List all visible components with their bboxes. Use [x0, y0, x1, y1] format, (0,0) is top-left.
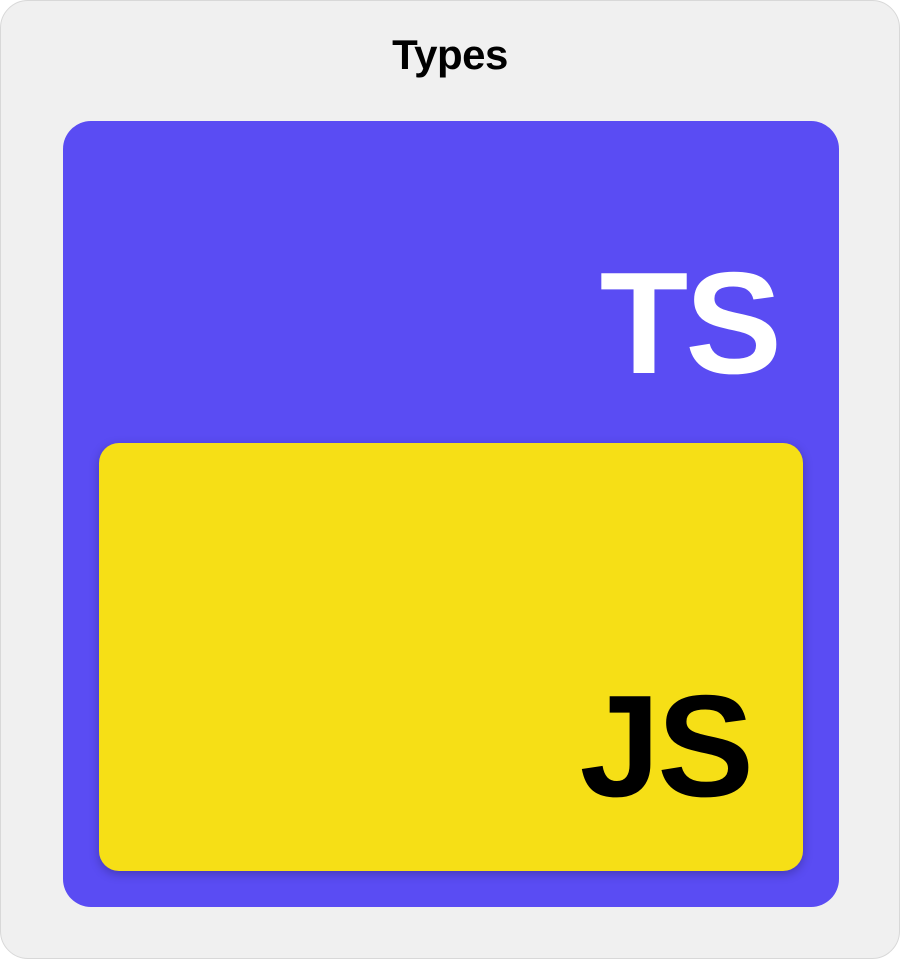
javascript-box: JS	[99, 443, 803, 871]
diagram-title: Types	[1, 31, 899, 79]
typescript-label: TS	[600, 251, 779, 396]
javascript-label: JS	[580, 674, 751, 819]
diagram-frame: Types TS JS	[0, 0, 900, 959]
typescript-box: TS JS	[63, 121, 839, 907]
